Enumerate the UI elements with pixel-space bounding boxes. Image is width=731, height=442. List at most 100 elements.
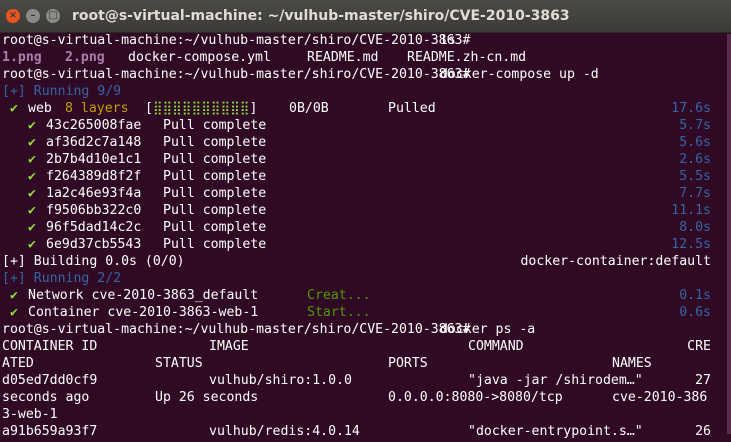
minimize-window-button[interactable]: – (26, 9, 40, 23)
layer-status: Pull complete (163, 169, 267, 184)
layer-row: ✔ 96f5dad14c2c Pull complete 8.0s (2, 219, 729, 236)
container-id: d05ed7dd0cf9 (2, 373, 98, 388)
terminal-line: root@s-virtual-machine:~/vulhub-master/s… (2, 32, 729, 49)
container-state: Start... (307, 305, 371, 320)
layer-row: ✔ 6e9d37cb5543 Pull complete 12.5s (2, 236, 729, 253)
layer-time: 12.5s (671, 237, 711, 252)
layer-id: f9506bb322c0 (46, 203, 142, 218)
container-command: "java -jar /shirodem…" (468, 373, 643, 388)
check-icon: ✔ (28, 186, 36, 201)
layer-row: ✔ f264389d8f2f Pull complete 5.5s (2, 168, 729, 185)
ps-row: seconds ago Up 26 seconds 0.0.0.0:8080->… (2, 389, 729, 406)
running-header: [+] Running 9/9 (2, 84, 122, 99)
layer-status: Pull complete (163, 118, 267, 133)
check-icon: ✔ (28, 152, 36, 167)
progress-bar: [⣿⣿⣿⣿⣿⣿⣿⣿⣿⣿] (145, 101, 258, 116)
layer-list: ✔ 43c265008fae Pull complete 5.7s ✔ af36d2c7a… (2, 117, 729, 253)
check-icon: ✔ (28, 118, 36, 133)
build-status: [+] Building 0.0s (0/0) (2, 254, 185, 269)
service-name: web (28, 101, 52, 116)
ls-file: 1.png (2, 50, 42, 65)
check-icon: ✔ (28, 237, 36, 252)
progress-bar-fill: ⣿⣿⣿⣿⣿⣿⣿⣿⣿⣿ (152, 101, 250, 116)
shell-prompt: root@s-virtual-machine:~/vulhub-master/s… (2, 67, 471, 82)
layer-row: ✔ af36d2c7a148 Pull complete 5.6s (2, 134, 729, 151)
window-titlebar: × – □ root@s-virtual-machine: ~/vulhub-m… (0, 0, 731, 33)
container-time: 0.6s (679, 305, 711, 320)
layer-status: Pull complete (163, 203, 267, 218)
layer-id: f264389d8f2f (46, 169, 142, 184)
scrollbar[interactable] (727, 34, 731, 434)
layer-id: af36d2c7a148 (46, 135, 142, 150)
layer-id: 2b7b4d10e1c1 (46, 152, 142, 167)
pull-size: 0B/0B (289, 101, 329, 116)
container-status: Up 26 seconds (155, 390, 259, 405)
container-image: vulhub/redis:4.0.14 (209, 424, 360, 439)
layer-id: 6e9d37cb5543 (46, 237, 142, 252)
shell-prompt: root@s-virtual-machine:~/vulhub-master/s… (2, 33, 471, 48)
container-name: cve-2010-386 (612, 390, 708, 405)
layer-time: 8.0s (679, 220, 711, 235)
ps-header: CONTAINER ID (2, 339, 98, 354)
ps-row: 3-web-1 (2, 406, 729, 423)
layer-row: ✔ 2b7b4d10e1c1 Pull complete 2.6s (2, 151, 729, 168)
ps-header: ATED (2, 356, 34, 371)
layer-count: 8 layers (65, 101, 129, 116)
layer-status: Pull complete (163, 152, 267, 167)
terminal-line: root@s-virtual-machine:~/vulhub-master/s… (2, 321, 729, 338)
terminal-line: ✔ web 8 layers [⣿⣿⣿⣿⣿⣿⣿⣿⣿⣿] 0B/0B Pulled… (2, 100, 729, 117)
ls-file: 2.png (65, 50, 105, 65)
ls-file: README.md (307, 50, 379, 65)
layer-status: Pull complete (163, 135, 267, 150)
pull-time: 17.6s (671, 101, 711, 116)
layer-time: 5.6s (679, 135, 711, 150)
ps-header-row: CONTAINER ID IMAGE COMMAND CRE (2, 338, 729, 355)
build-target: docker-container:default (520, 254, 711, 269)
container-created: 27 (695, 373, 711, 388)
terminal-output[interactable]: root@s-virtual-machine:~/vulhub-master/s… (2, 32, 729, 442)
window-title: root@s-virtual-machine: ~/vulhub-master/… (72, 8, 570, 24)
layer-time: 5.7s (679, 118, 711, 133)
terminal-line: root@s-virtual-machine:~/vulhub-master/s… (2, 66, 729, 83)
check-icon: ✔ (28, 203, 36, 218)
layer-row: ✔ f9506bb322c0 Pull complete 11.1s (2, 202, 729, 219)
container-image: vulhub/shiro:1.0.0 (209, 373, 352, 388)
check-icon: ✔ (28, 169, 36, 184)
check-icon: ✔ (10, 288, 18, 303)
command-text: docker-compose up -d (432, 67, 599, 82)
ps-header: COMMAND (468, 339, 524, 354)
layer-row: ✔ 1a2c46e93f4a Pull complete 7.7s (2, 185, 729, 202)
container-created: 26 (695, 424, 711, 439)
maximize-icon: □ (48, 10, 58, 21)
check-icon: ✔ (10, 305, 18, 320)
ps-row: d05ed7dd0cf9 vulhub/shiro:1.0.0 "java -j… (2, 372, 729, 389)
ps-row: a91b659a93f7 vulhub/redis:4.0.14 "docker… (2, 423, 729, 440)
shell-prompt: root@s-virtual-machine:~/vulhub-master/s… (2, 322, 471, 337)
close-window-button[interactable]: × (6, 9, 20, 23)
ps-header: IMAGE (209, 339, 249, 354)
check-icon: ✔ (28, 220, 36, 235)
container-command: "docker-entrypoint.s…" (468, 424, 643, 439)
terminal-line: 1.png 2.png docker-compose.yml README.md… (2, 49, 729, 66)
minimize-icon: – (30, 10, 36, 21)
network-time: 0.1s (679, 288, 711, 303)
maximize-window-button[interactable]: □ (46, 9, 60, 23)
ps-header: NAMES (612, 356, 652, 371)
ps-header: STATUS (155, 356, 203, 371)
terminal-line: [+] Running 9/9 (2, 83, 729, 100)
layer-status: Pull complete (163, 186, 267, 201)
terminal-line: [+] Building 0.0s (0/0) docker-container… (2, 253, 729, 270)
terminal-line: ✔ Container cve-2010-3863-web-1 Start...… (2, 304, 729, 321)
container-name: 3-web-1 (2, 407, 58, 422)
layer-time: 5.5s (679, 169, 711, 184)
network-state: Creat... (307, 288, 371, 303)
ps-header: PORTS (388, 356, 428, 371)
layer-status: Pull complete (163, 220, 267, 235)
ls-file: README.zh-cn.md (407, 50, 527, 65)
container-line: Container cve-2010-3863-web-1 (28, 305, 259, 320)
ps-header-row: ATED STATUS PORTS NAMES (2, 355, 729, 372)
check-icon: ✔ (28, 135, 36, 150)
layer-time: 7.7s (679, 186, 711, 201)
layer-row: ✔ 43c265008fae Pull complete 5.7s (2, 117, 729, 134)
layer-id: 96f5dad14c2c (46, 220, 142, 235)
